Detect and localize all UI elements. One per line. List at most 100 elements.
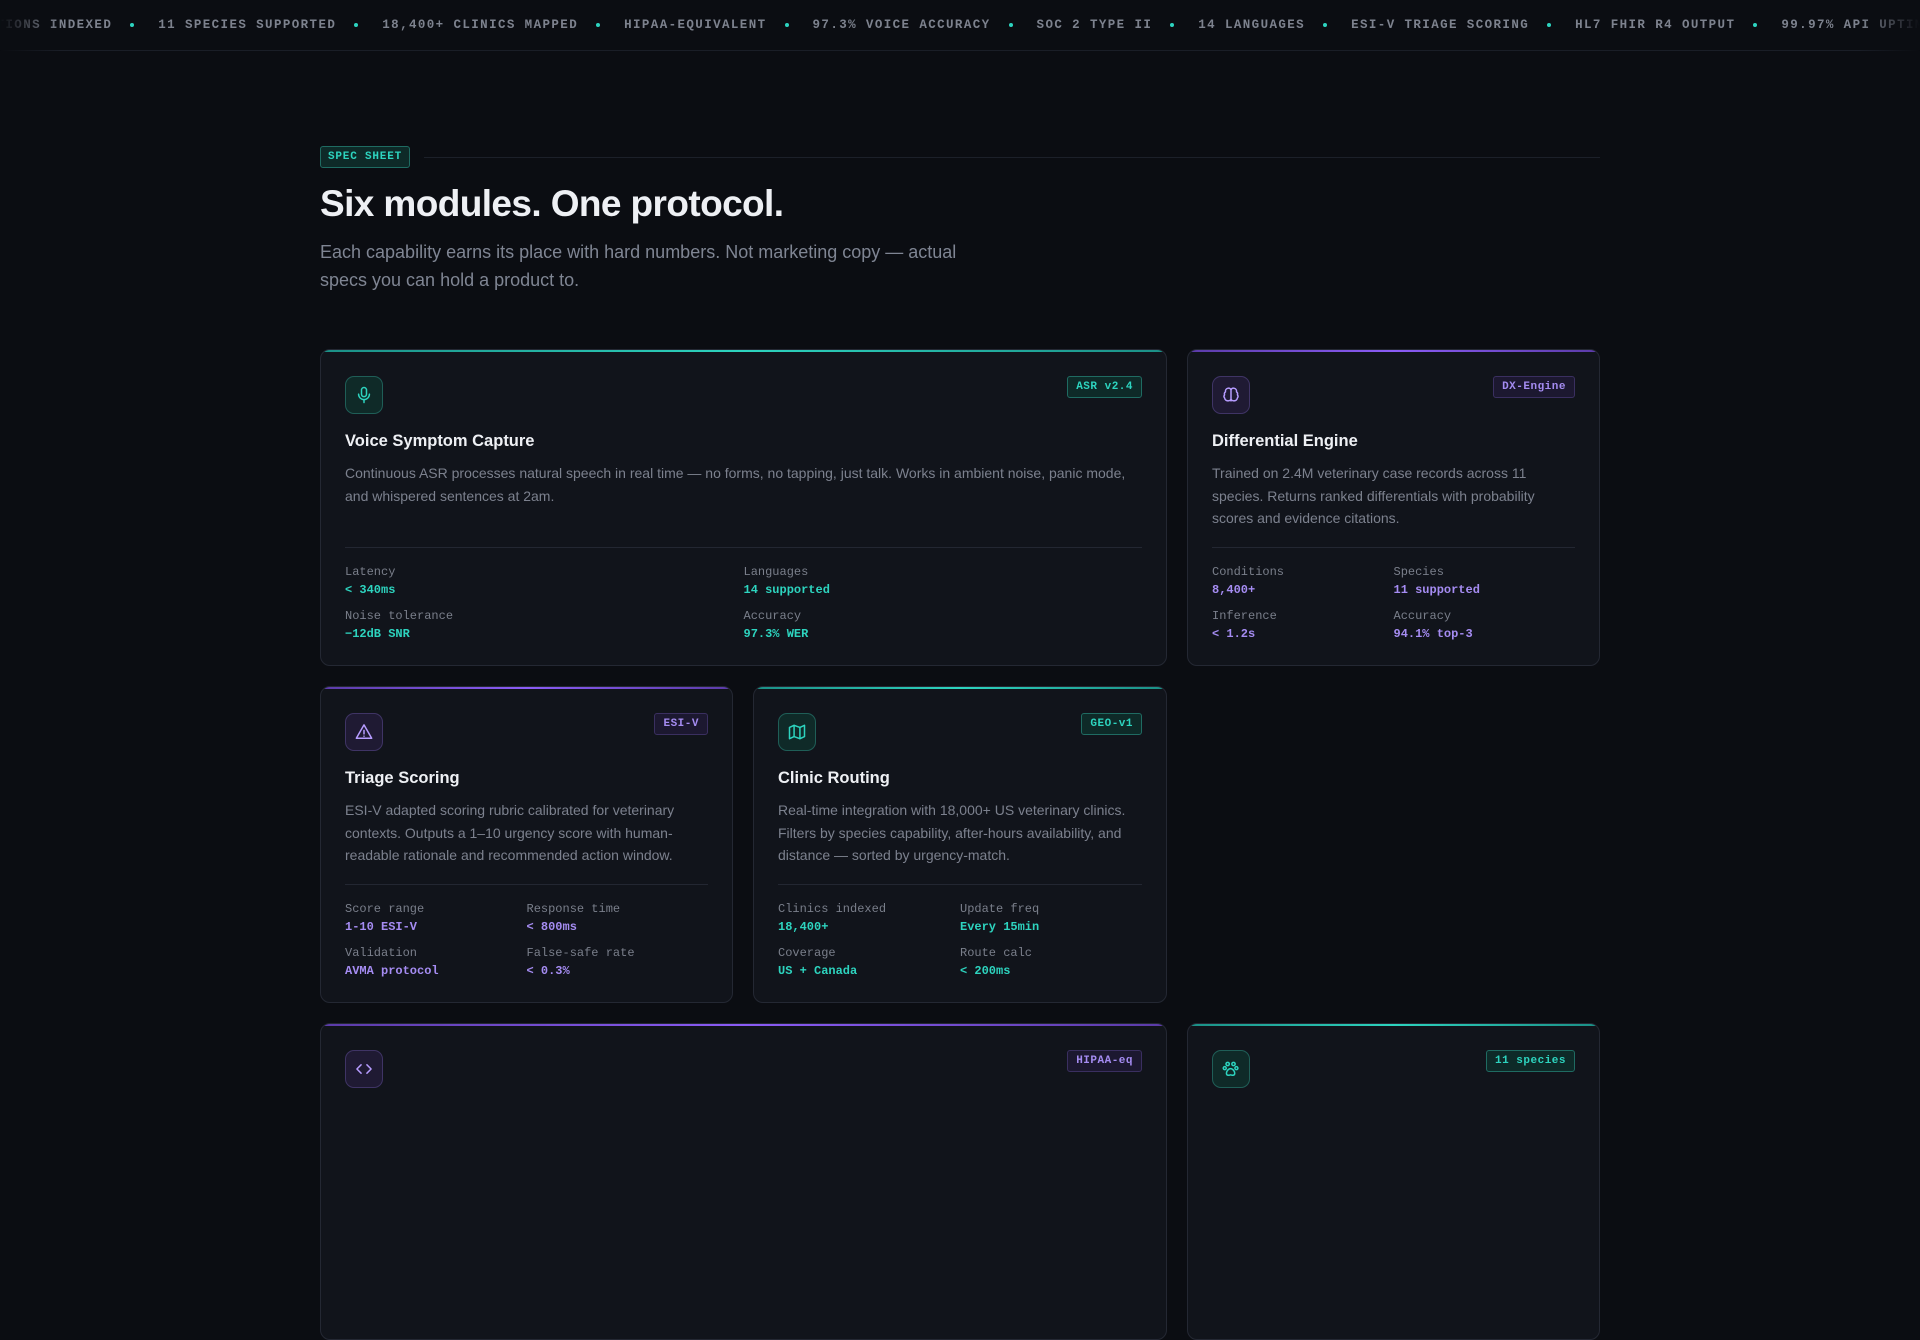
module-card-differential: DX-Engine Differential Engine Trained on 2…	[1187, 349, 1600, 666]
ticker-item-label: 97.3% VOICE ACCURACY	[812, 18, 991, 32]
ticker-item-label: 14 LANGUAGES	[1198, 18, 1306, 32]
ticker-track: CONDITIONS INDEXED 11 SPECIES SUPPORTED 18…	[0, 0, 1920, 50]
module-title: Differential Engine	[1212, 432, 1358, 450]
stat-label: Languages	[743, 565, 809, 579]
stat-label: Route calc	[960, 946, 1033, 960]
ticker-item-label: HIPAA-EQUIVALENT	[624, 18, 767, 32]
ticker-item: 18,400+ CLINICS MAPPED	[382, 18, 601, 32]
stat-value: 14 supported	[743, 583, 830, 597]
stat-value: 18,400+	[778, 920, 829, 934]
stat-label: Validation	[345, 946, 418, 960]
stat-label: Score range	[345, 902, 425, 916]
stat-label: Response time	[526, 902, 621, 916]
card-divider	[1212, 547, 1575, 548]
ticker-separator-dot	[784, 23, 789, 27]
ticker-item: ESI-V TRIAGE SCORING	[1351, 18, 1552, 32]
stat-label: Update freq	[960, 902, 1040, 916]
stat-item: Conditions 8,400+	[1212, 565, 1394, 599]
warning-triangle-icon	[355, 724, 373, 739]
module-version-badge: 11 species	[1485, 1050, 1575, 1072]
ticker-item-label: CONDITIONS INDEXED	[0, 18, 113, 32]
module-stats: Clinics indexed 18,400+ Update freq Every 1…	[778, 902, 1142, 980]
module-description: ESI-V adapted scoring rubric calibrated …	[345, 802, 675, 864]
stat-item: Languages 14 supported	[744, 565, 1143, 599]
stat-item: Accuracy 94.1% top-3	[1394, 609, 1576, 643]
stat-label: Clinics indexed	[778, 902, 887, 916]
icon-container	[1212, 1050, 1250, 1088]
stat-item: Latency < 340ms	[345, 565, 744, 599]
section-title: Six modules. One protocol.	[320, 183, 784, 224]
stat-label: Coverage	[778, 946, 836, 960]
ticker-item-label: 99.97% API UPTIME	[1781, 18, 1920, 32]
stat-label: Accuracy	[743, 609, 802, 623]
paw-icon	[1222, 1061, 1239, 1076]
ticker-item-label: 11 SPECIES SUPPORTED	[158, 18, 337, 32]
stat-label: Accuracy	[1393, 609, 1452, 623]
stat-value: < 800ms	[526, 920, 577, 934]
module-card-species: 11 species	[1187, 1023, 1600, 1340]
module-title: Clinic Routing	[778, 769, 890, 787]
code-brackets-icon	[356, 1064, 372, 1074]
map-icon	[788, 724, 806, 740]
module-stats: Conditions 8,400+ Species 11 supported Infer…	[1212, 565, 1575, 643]
stat-item: Accuracy 97.3% WER	[744, 609, 1143, 643]
stat-label: Noise tolerance	[345, 609, 454, 623]
stat-item: False-safe rate < 0.3%	[527, 946, 709, 980]
stat-value: < 340ms	[345, 583, 396, 597]
ticker-separator-dot	[1170, 23, 1175, 27]
module-version-badge: ESI-V	[654, 713, 708, 735]
ticker-item: HL7 FHIR R4 OUTPUT	[1575, 18, 1758, 32]
stat-item: Route calc < 200ms	[960, 946, 1142, 980]
stat-value: 8,400+	[1212, 583, 1256, 597]
icon-container	[1212, 376, 1250, 414]
spec-sheet-section: SPEC SHEET Six modules. One protocol. Ea…	[320, 146, 1600, 294]
ticker-item: SOC 2 TYPE II	[1037, 18, 1175, 32]
ticker-item-label: HL7 FHIR R4 OUTPUT	[1575, 18, 1736, 32]
module-version-badge: DX-Engine	[1493, 376, 1575, 398]
stat-value: US + Canada	[778, 964, 858, 978]
stat-value: 11 supported	[1393, 583, 1480, 597]
stat-item: Update freq Every 15min	[960, 902, 1142, 936]
ticker-item: 97.3% VOICE ACCURACY	[813, 18, 1013, 32]
ticker-separator-dot	[1753, 23, 1758, 27]
stat-label: Latency	[345, 565, 396, 579]
ticker-item-label: SOC 2 TYPE II	[1036, 18, 1153, 32]
stat-value: Every 15min	[960, 920, 1040, 934]
module-stats: Latency < 340ms Languages 14 supported Noise…	[345, 565, 1142, 643]
module-title: Voice Symptom Capture	[345, 432, 535, 450]
microphone-icon	[357, 386, 371, 404]
ticker-item: CONDITIONS INDEXED	[0, 18, 135, 32]
section-subtitle: Each capability earns its place with har…	[320, 242, 957, 290]
ticker-item: 99.97% API UPTIME	[1781, 18, 1920, 32]
module-version-badge: HIPAA-eq	[1067, 1050, 1142, 1072]
eyebrow-divider	[424, 156, 1600, 158]
stat-label: False-safe rate	[526, 946, 635, 960]
stat-item: Clinics indexed 18,400+	[778, 902, 960, 936]
ticker-item-label: ESI-V TRIAGE SCORING	[1351, 18, 1530, 32]
stat-item: Inference < 1.2s	[1212, 609, 1394, 643]
module-version-badge: ASR v2.4	[1067, 376, 1142, 398]
card-divider	[345, 884, 708, 885]
stat-value: 1-10 ESI-V	[345, 920, 418, 934]
module-stats: Score range 1-10 ESI-V Response time < 800m…	[345, 902, 708, 980]
stat-item: Noise tolerance −12dB SNR	[345, 609, 744, 643]
stat-value: 94.1% top-3	[1393, 627, 1473, 641]
ticker-item: 11 SPECIES SUPPORTED	[158, 18, 359, 32]
module-description: Trained on 2.4M veterinary case records …	[1212, 465, 1535, 527]
icon-container	[345, 713, 383, 751]
stat-item: Species 11 supported	[1394, 565, 1576, 599]
card-divider	[345, 547, 1142, 548]
icon-container	[778, 713, 816, 751]
ticker-separator-dot	[1323, 23, 1328, 27]
stat-label: Conditions	[1212, 565, 1285, 579]
stat-value: < 1.2s	[1212, 627, 1256, 641]
stat-item: Validation AVMA protocol	[345, 946, 527, 980]
ticker-separator-dot	[1008, 23, 1013, 27]
ticker-item-label: 18,400+ CLINICS MAPPED	[382, 18, 579, 32]
stat-item: Coverage US + Canada	[778, 946, 960, 980]
stat-value: 97.3% WER	[743, 627, 809, 641]
module-card-routing: GEO-v1 Clinic Routing Real-time integratio…	[753, 686, 1167, 1003]
icon-container	[345, 1050, 383, 1088]
ticker-separator-dot	[130, 23, 135, 27]
brain-icon	[1223, 387, 1239, 402]
